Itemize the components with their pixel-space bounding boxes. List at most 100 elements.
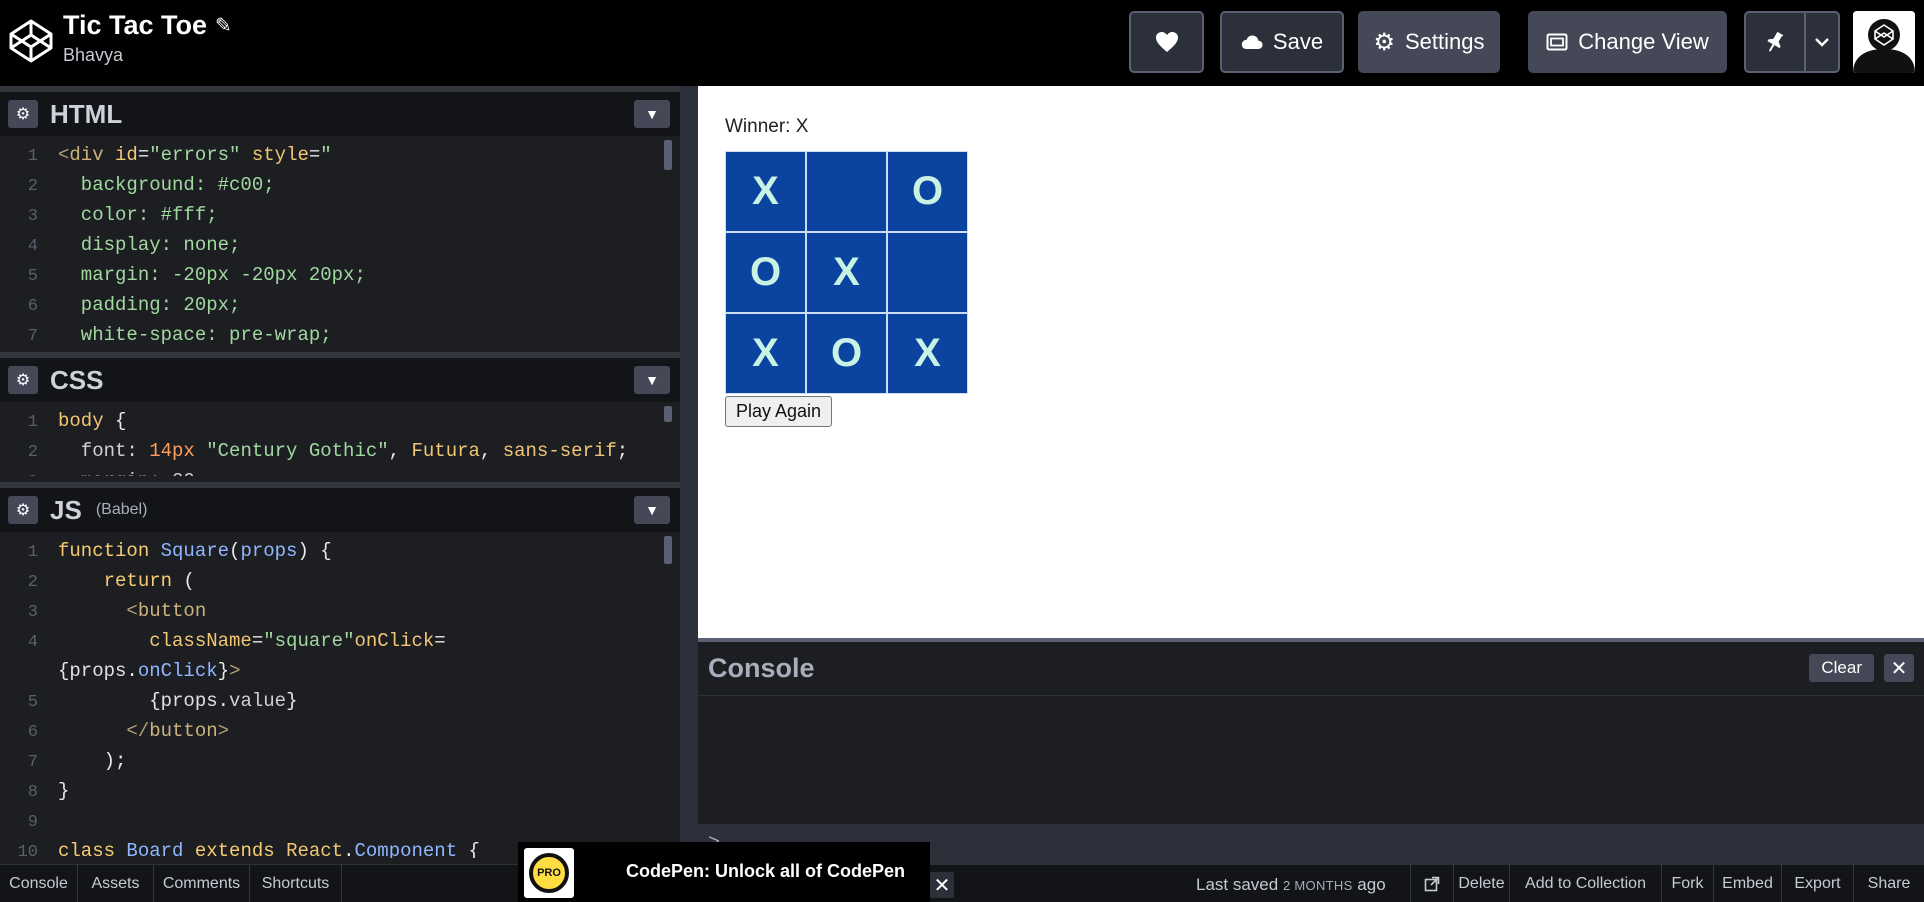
pencil-icon[interactable]: ✎ xyxy=(215,13,232,38)
code-line[interactable]: 1 <div id="errors" style=" xyxy=(0,140,680,170)
codepen-logo-icon[interactable] xyxy=(8,18,54,64)
code-token: Square xyxy=(160,540,230,562)
code-token: sans-serif xyxy=(502,440,617,462)
board-square[interactable]: X xyxy=(725,313,806,394)
pin-dropdown-button[interactable] xyxy=(1806,11,1840,73)
code-line[interactable]: 3 color: #fff; xyxy=(0,200,680,230)
js-scrollbar[interactable] xyxy=(664,536,672,564)
footer-export-button[interactable]: Export xyxy=(1782,865,1854,902)
code-token: margin: -20px -20px 20px; xyxy=(58,264,366,286)
code-line[interactable]: 2 return ( xyxy=(0,566,680,596)
footer-delete-button[interactable]: Delete xyxy=(1454,865,1510,902)
line-number: 2 xyxy=(27,443,38,462)
console-panel: Console Clear ✕ > xyxy=(698,638,1924,864)
code-token: background: #c00; xyxy=(58,174,275,196)
code-line[interactable]: 7 ); xyxy=(0,746,680,776)
pen-author[interactable]: Bhavya xyxy=(63,45,232,66)
code-token: margin: 20 xyxy=(58,470,195,476)
play-again-button[interactable]: Play Again xyxy=(725,396,833,427)
line-number: 2 xyxy=(27,573,38,592)
html-code-area[interactable]: 1 <div id="errors" style=" 2 background: #… xyxy=(0,136,680,346)
code-line[interactable]: 6 padding: 20px; xyxy=(0,290,680,320)
code-token: } xyxy=(58,780,70,802)
footer-comments-button[interactable]: Comments xyxy=(154,865,250,902)
pro-promo-banner[interactable]: PRO CodePen: Unlock all of CodePen xyxy=(518,842,930,902)
user-avatar[interactable] xyxy=(1853,11,1915,73)
css-editor-header: ⚙ CSS ▼ xyxy=(0,358,680,402)
board-square[interactable]: O xyxy=(887,151,968,232)
pin-button[interactable] xyxy=(1744,11,1806,73)
footer-shortcuts-button[interactable]: Shortcuts xyxy=(250,865,342,902)
code-line[interactable]: 5 {props.value} xyxy=(0,686,680,716)
board-square[interactable]: X xyxy=(725,151,806,232)
board-square[interactable]: O xyxy=(806,313,887,394)
promo-close-icon[interactable]: ✕ xyxy=(930,872,954,898)
code-token: color: #fff; xyxy=(58,204,218,226)
pen-title-block: Tic Tac Toe ✎ Bhavya xyxy=(63,10,232,66)
code-token: button xyxy=(137,600,207,622)
js-settings-gear-icon[interactable]: ⚙ xyxy=(8,496,38,524)
pen-title-text[interactable]: Tic Tac Toe xyxy=(63,10,207,41)
code-token: . xyxy=(126,660,138,682)
footer-fork-button[interactable]: Fork xyxy=(1662,865,1714,902)
code-token: props xyxy=(160,690,218,712)
code-token: > xyxy=(217,720,230,742)
code-token: className xyxy=(58,630,252,652)
css-editor: ⚙ CSS ▼ 1 body {2 font: 14px "Century Got… xyxy=(0,352,680,482)
board-square[interactable]: X xyxy=(806,232,887,313)
code-line[interactable]: 2 font: 14px "Century Gothic", Futura, s… xyxy=(0,436,680,466)
board-square[interactable] xyxy=(806,151,887,232)
code-line[interactable]: 4 className="square"onClick= xyxy=(0,626,680,656)
winner-status: Winner: X xyxy=(725,116,809,137)
js-collapse-chevron-icon[interactable]: ▼ xyxy=(634,496,670,524)
code-token: extends xyxy=(194,840,287,858)
heart-button[interactable] xyxy=(1129,11,1204,73)
code-token: props xyxy=(240,540,298,562)
css-settings-gear-icon[interactable]: ⚙ xyxy=(8,366,38,394)
code-line[interactable]: {props.onClick}> xyxy=(0,656,680,686)
code-token: return xyxy=(58,570,184,592)
settings-button[interactable]: ⚙ Settings xyxy=(1358,11,1500,73)
code-line[interactable]: 5 margin: -20px -20px 20px; xyxy=(0,260,680,290)
html-scrollbar[interactable] xyxy=(664,140,672,170)
code-token: . xyxy=(217,690,230,712)
code-token: = xyxy=(137,144,150,166)
code-line[interactable]: 4 display: none; xyxy=(0,230,680,260)
html-settings-gear-icon[interactable]: ⚙ xyxy=(8,100,38,128)
console-clear-button[interactable]: Clear xyxy=(1809,654,1874,682)
css-scrollbar[interactable] xyxy=(664,406,672,422)
board-square[interactable] xyxy=(887,232,968,313)
code-token: Board xyxy=(126,840,195,858)
promo-message[interactable]: CodePen: Unlock all of CodePen xyxy=(626,861,905,882)
code-line[interactable]: 1 function Square(props) { xyxy=(0,536,680,566)
footer-console-button[interactable]: Console xyxy=(0,865,78,902)
code-line[interactable]: 9 xyxy=(0,806,680,836)
code-line[interactable]: 7 white-space: pre-wrap; xyxy=(0,320,680,346)
save-button[interactable]: Save xyxy=(1220,11,1344,73)
js-code-area[interactable]: 1 function Square(props) {2 return (3 <bu… xyxy=(0,532,680,858)
code-token: < xyxy=(58,144,70,166)
css-collapse-chevron-icon[interactable]: ▼ xyxy=(634,366,670,394)
code-line[interactable]: 1 body { xyxy=(0,406,680,436)
pen-title[interactable]: Tic Tac Toe ✎ xyxy=(63,10,232,41)
code-line[interactable]: 3 margin: 20 xyxy=(0,466,680,476)
editor-preview-resizer[interactable] xyxy=(680,86,698,864)
footer-add-to-collection-button[interactable]: Add to Collection xyxy=(1510,865,1662,902)
code-line[interactable]: 6 </button> xyxy=(0,716,680,746)
code-line[interactable]: 3 <button xyxy=(0,596,680,626)
css-code-area[interactable]: 1 body {2 font: 14px "Century Gothic", Fu… xyxy=(0,402,680,476)
footer-share-button[interactable]: Share xyxy=(1854,865,1924,902)
footer-assets-button[interactable]: Assets xyxy=(78,865,154,902)
code-line[interactable]: 8} xyxy=(0,776,680,806)
console-close-icon[interactable]: ✕ xyxy=(1884,654,1914,682)
code-line[interactable]: 2 background: #c00; xyxy=(0,170,680,200)
change-view-button[interactable]: Change View xyxy=(1528,11,1727,73)
pro-badge-circle: PRO xyxy=(529,853,569,893)
result-preview: Winner: X X O O X X O X Play Again xyxy=(698,86,1924,638)
board-square[interactable]: O xyxy=(725,232,806,313)
code-token: div xyxy=(69,144,116,166)
html-collapse-chevron-icon[interactable]: ▼ xyxy=(634,100,670,128)
open-external-button[interactable] xyxy=(1410,865,1454,902)
board-square[interactable]: X xyxy=(887,313,968,394)
footer-embed-button[interactable]: Embed xyxy=(1714,865,1782,902)
